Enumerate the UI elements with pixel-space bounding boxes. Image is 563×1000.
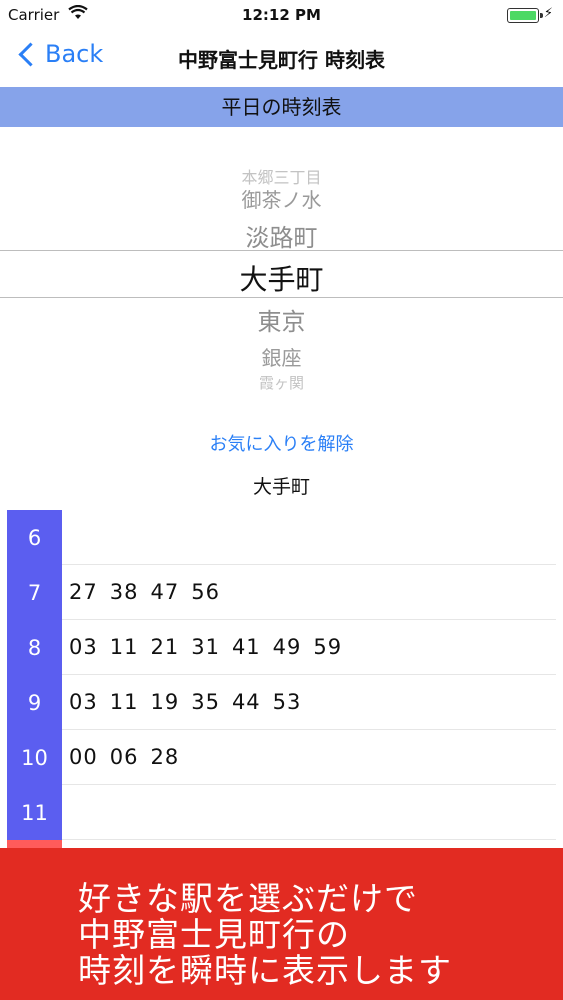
minutes-cell: 03 11 21 31 41 49 59 xyxy=(69,620,354,674)
departure-minute: 41 xyxy=(231,635,261,659)
navigation-bar: Back 中野富士見町行 時刻表 xyxy=(0,30,563,86)
section-header: 平日の時刻表 xyxy=(0,87,563,127)
departure-minute: 38 xyxy=(109,580,139,604)
minutes-cell: 03 11 19 35 44 53 xyxy=(69,675,313,729)
minutes-cell: 00 06 28 xyxy=(69,730,191,784)
departure-minute: 56 xyxy=(191,580,220,604)
hour-cell: 10 xyxy=(7,730,62,785)
hour-cell: 9 xyxy=(7,675,62,730)
departure-minute: 06 xyxy=(109,745,139,769)
departure-minute: 53 xyxy=(272,690,302,714)
departure-minute: 44 xyxy=(231,690,261,714)
promo-banner[interactable]: 好きな駅を選ぶだけで 中野富士見町行の 時刻を瞬時に表示します xyxy=(0,848,563,1000)
hour-cell: 11 xyxy=(7,785,62,840)
clock-label: 12:12 PM xyxy=(242,6,321,24)
departure-minute: 59 xyxy=(313,635,343,659)
departure-minute: 19 xyxy=(150,690,180,714)
unfavorite-button[interactable]: お気に入りを解除 xyxy=(0,430,563,456)
departure-minute: 11 xyxy=(109,635,139,659)
station-label: 大手町 xyxy=(252,476,310,498)
page-title: 中野富士見町行 時刻表 xyxy=(178,48,385,72)
hour-cell: 6 xyxy=(7,510,62,565)
table-row: 6 xyxy=(7,510,556,565)
picker-item[interactable]: 霞ヶ関 xyxy=(0,372,563,393)
picker-selected-item[interactable]: 大手町 xyxy=(0,258,563,298)
station-picker[interactable]: 本郷三丁目 御茶ノ水 淡路町 大手町 東京 銀座 霞ヶ関 xyxy=(0,130,563,400)
status-bar: Carrier 12:12 PM ⚡ xyxy=(0,0,563,30)
picker-item[interactable]: 御茶ノ水 xyxy=(0,184,563,213)
table-row: 11 xyxy=(7,785,556,840)
departure-minute: 31 xyxy=(191,635,220,659)
departure-minute: 11 xyxy=(109,690,139,714)
departure-minute: 27 xyxy=(69,580,98,604)
departure-minute: 00 xyxy=(69,745,98,769)
departure-minute: 28 xyxy=(150,745,180,769)
table-row: 8 03 11 21 31 41 49 59 xyxy=(7,620,556,675)
battery-icon xyxy=(507,8,543,23)
timetable: 6 7 27 38 47 56 8 03 11 21 31 41 49 59 9 03 11 19 35 44 53 10… xyxy=(7,510,556,895)
departure-minute: 03 xyxy=(69,635,98,659)
picker-divider xyxy=(0,297,563,298)
picker-item[interactable]: 東京 xyxy=(0,302,563,337)
banner-line: 時刻を瞬時に表示します xyxy=(78,951,452,990)
minutes-cell: 27 38 47 56 xyxy=(69,565,232,619)
departure-minute: 49 xyxy=(272,635,302,659)
bolt-icon: ⚡ xyxy=(543,6,553,21)
table-row: 7 27 38 47 56 xyxy=(7,565,556,620)
table-row: 10 00 06 28 xyxy=(7,730,556,785)
departure-minute: 47 xyxy=(150,580,180,604)
table-row: 9 03 11 19 35 44 53 xyxy=(7,675,556,730)
picker-divider xyxy=(0,250,563,251)
departure-minute: 03 xyxy=(69,690,98,714)
picker-item[interactable]: 銀座 xyxy=(0,342,563,371)
departure-minute: 21 xyxy=(150,635,180,659)
hour-cell: 7 xyxy=(7,565,62,620)
departure-minute: 35 xyxy=(191,690,220,714)
picker-item[interactable]: 淡路町 xyxy=(0,218,563,253)
hour-cell: 8 xyxy=(7,620,62,675)
